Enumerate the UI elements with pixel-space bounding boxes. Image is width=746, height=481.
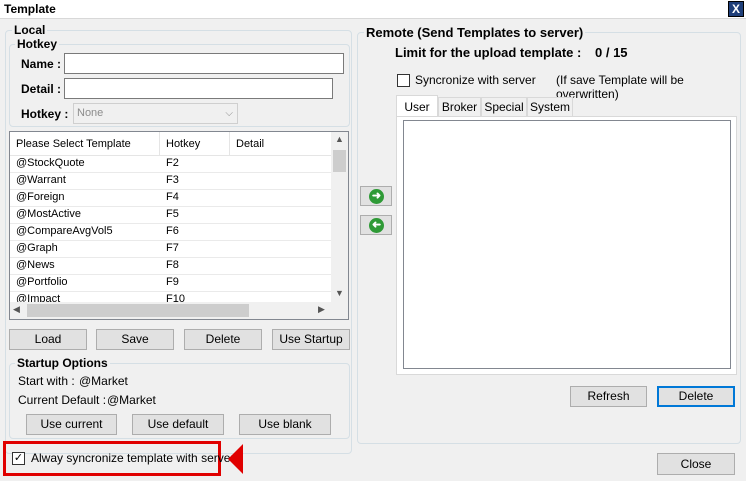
row-hotkey: F7 bbox=[166, 242, 179, 254]
sync-with-server-checkbox[interactable] bbox=[397, 74, 410, 87]
use-default-button[interactable]: Use default bbox=[132, 414, 224, 435]
remote-group-title: Remote (Send Templates to server) bbox=[364, 25, 586, 40]
row-hotkey: F8 bbox=[166, 259, 179, 271]
tab-broker[interactable]: Broker bbox=[438, 97, 481, 117]
delete-template-button[interactable]: Delete bbox=[184, 329, 262, 350]
hotkey-select-value: None bbox=[77, 107, 104, 119]
table-row[interactable]: @Graph F7 bbox=[10, 241, 332, 258]
scroll-corner bbox=[331, 302, 348, 319]
use-blank-button[interactable]: Use blank bbox=[239, 414, 331, 435]
row-template: @MostActive bbox=[16, 208, 81, 220]
title-bar: Template X bbox=[0, 0, 746, 19]
tab-user[interactable]: User bbox=[396, 95, 438, 117]
save-button[interactable]: Save bbox=[96, 329, 174, 350]
start-with-value: @Market bbox=[79, 374, 128, 388]
name-label: Name : bbox=[21, 57, 62, 71]
load-button[interactable]: Load bbox=[9, 329, 87, 350]
table-row[interactable]: @Portfolio F9 bbox=[10, 275, 332, 292]
row-hotkey: F5 bbox=[166, 208, 179, 220]
name-field[interactable] bbox=[64, 53, 344, 74]
tab-special[interactable]: Special bbox=[481, 97, 527, 117]
row-hotkey: F4 bbox=[166, 191, 179, 203]
scroll-right-icon[interactable]: ▶ bbox=[318, 304, 325, 315]
row-template: @Portfolio bbox=[16, 276, 68, 288]
scroll-down-icon[interactable]: ▼ bbox=[335, 288, 344, 298]
template-list-header: Please Select Template Hotkey Detail bbox=[10, 132, 332, 156]
refresh-button[interactable]: Refresh bbox=[570, 386, 647, 407]
vertical-scrollbar[interactable]: ▲ ▼ bbox=[331, 132, 348, 302]
detail-label: Detail : bbox=[21, 82, 62, 96]
horizontal-scrollbar[interactable]: ◀ ▶ bbox=[10, 302, 332, 319]
row-hotkey: F2 bbox=[166, 157, 179, 169]
table-row[interactable]: @StockQuote F2 bbox=[10, 156, 332, 173]
template-list[interactable]: Please Select Template Hotkey Detail @St… bbox=[9, 131, 349, 320]
table-row[interactable]: @News F8 bbox=[10, 258, 332, 275]
use-current-button[interactable]: Use current bbox=[26, 414, 117, 435]
pointer-arrow-icon bbox=[228, 444, 243, 474]
window-title: Template bbox=[4, 2, 56, 16]
close-window-button[interactable]: X bbox=[728, 1, 744, 17]
table-row[interactable]: @CompareAvgVol5 F6 bbox=[10, 224, 332, 241]
row-hotkey: F3 bbox=[166, 174, 179, 186]
remote-template-list[interactable] bbox=[403, 120, 731, 369]
row-hotkey: F6 bbox=[166, 225, 179, 237]
close-button[interactable]: Close bbox=[657, 453, 735, 475]
current-default-value: @Market bbox=[107, 393, 156, 407]
upload-limit-value: 0 / 15 bbox=[595, 45, 628, 60]
row-template: @Foreign bbox=[16, 191, 65, 203]
row-template: @News bbox=[16, 259, 55, 271]
chevron-down-icon: ⌵ bbox=[225, 108, 233, 119]
row-template: @Warrant bbox=[16, 174, 66, 186]
scroll-up-icon[interactable]: ▲ bbox=[335, 134, 344, 144]
table-row[interactable]: @Foreign F4 bbox=[10, 190, 332, 207]
table-row[interactable]: @Warrant F3 bbox=[10, 173, 332, 190]
tab-system[interactable]: System bbox=[527, 97, 573, 117]
table-row[interactable]: @MostActive F5 bbox=[10, 207, 332, 224]
hotkey-group-title: Hotkey bbox=[15, 37, 60, 51]
start-with-label: Start with : bbox=[18, 374, 75, 388]
column-header-hotkey[interactable]: Hotkey bbox=[160, 132, 230, 156]
always-sync-checkbox[interactable]: ✓ bbox=[12, 452, 25, 465]
sync-with-server-label[interactable]: Syncronize with server bbox=[415, 73, 536, 87]
local-group-title: Local bbox=[12, 23, 48, 37]
column-header-template[interactable]: Please Select Template bbox=[10, 132, 160, 156]
h-scroll-thumb[interactable] bbox=[27, 304, 249, 317]
upload-limit-label: Limit for the upload template : bbox=[395, 45, 582, 60]
row-template: @StockQuote bbox=[16, 157, 85, 169]
row-hotkey: F9 bbox=[166, 276, 179, 288]
startup-options-title: Startup Options bbox=[15, 356, 110, 370]
row-template: @CompareAvgVol5 bbox=[16, 225, 113, 237]
row-template: @Graph bbox=[16, 242, 58, 254]
delete-remote-button[interactable]: Delete bbox=[657, 386, 735, 407]
hotkey-label: Hotkey : bbox=[21, 107, 69, 121]
always-sync-label[interactable]: Alway syncronize template with server bbox=[31, 451, 234, 465]
scroll-thumb[interactable] bbox=[333, 150, 346, 172]
detail-field[interactable] bbox=[64, 78, 333, 99]
use-startup-button[interactable]: Use Startup bbox=[272, 329, 350, 350]
column-header-detail[interactable]: Detail bbox=[230, 132, 332, 156]
scroll-left-icon[interactable]: ◀ bbox=[13, 304, 20, 315]
current-default-label: Current Default : bbox=[18, 393, 107, 407]
hotkey-select[interactable]: None ⌵ bbox=[73, 103, 238, 124]
